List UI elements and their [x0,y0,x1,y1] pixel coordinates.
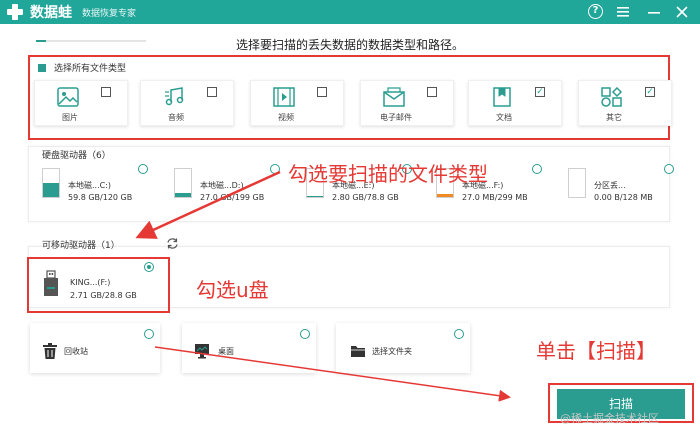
file-type-label: 视频 [278,113,294,122]
annotation-scan: 单击【扫描】 [536,339,656,363]
desktop-icon [195,344,209,359]
file-type-label: 电子邮件 [380,113,412,122]
hard-drive-icon [42,168,60,198]
music-note-icon [165,87,184,106]
app-logo: 数据蛙 数据恢复专家 [6,2,136,22]
location-radio[interactable] [300,329,310,339]
file-type-card-video[interactable]: 视频 [250,80,344,126]
removable-section-label: 可移动驱动器（1） [42,241,120,251]
title-bar: 数据蛙 数据恢复专家 ? [0,0,700,24]
drive-size: 27.0 GB/199 GB [200,193,265,202]
menu-icon[interactable] [614,3,632,21]
location-desktop[interactable]: 桌面 [182,323,316,373]
file-type-card-document[interactable]: 文档 ✓ [468,80,562,126]
file-type-card-email[interactable]: 电子邮件 [360,80,454,126]
drive-name: 本地磁...D:) [200,181,244,190]
usb-drive-size: 2.71 GB/28.8 GB [70,291,137,300]
file-type-checkbox-other[interactable]: ✓ [645,87,655,97]
usb-drive-name: KING...(F:) [70,278,111,287]
file-type-label: 文档 [496,113,512,122]
document-icon [493,87,511,107]
location-radio[interactable] [454,329,464,339]
trash-icon [43,343,57,359]
usb-usage-bar [36,40,146,42]
file-type-card-image[interactable]: 图片 [34,80,128,126]
drive-size: 27.0 MB/299 MB [462,193,528,202]
annotation-usb: 勾选u盘 [196,278,269,302]
file-type-card-audio[interactable]: 音频 [140,80,234,126]
app-name: 数据蛙 [30,5,72,21]
location-label: 桌面 [218,347,234,356]
shapes-icon [601,87,623,107]
folder-icon [351,346,365,357]
drive-card-d[interactable]: 本地磁...D:) 27.0 GB/199 GB [162,162,280,206]
select-all-label: 选择所有文件类型 [54,64,127,74]
select-all-checkbox[interactable] [38,63,46,72]
annotation-file-type: 勾选要扫描的文件类型 [288,162,488,186]
drive-size: 59.8 GB/120 GB [68,193,133,202]
app-tagline: 数据恢复专家 [82,8,137,19]
drive-radio[interactable] [138,164,148,174]
usb-drive-radio-selected[interactable] [144,262,154,272]
location-label: 选择文件夹 [372,347,412,356]
drive-name: 本地磁...C:) [68,181,112,190]
minimize-icon[interactable] [645,3,663,21]
drive-size: 2.80 GB/78.8 GB [332,193,399,202]
close-icon[interactable] [673,3,691,21]
watermark: @稀土掘金技术社区 [560,412,659,425]
drive-card-lost-partition[interactable]: 分区丢... 0.00 B/128 MB [556,162,674,206]
file-type-label: 音频 [168,113,184,122]
drive-radio[interactable] [532,164,542,174]
hard-drive-section-label: 硬盘驱动器（6） [42,151,111,161]
drive-name: 分区丢... [594,181,626,190]
location-label: 回收站 [64,347,88,356]
file-type-checkbox-audio[interactable] [207,87,217,97]
drive-radio[interactable] [270,164,280,174]
image-icon [57,87,79,107]
page-title: 选择要扫描的丢失数据的数据类型和路径。 [235,38,464,52]
usb-drive-icon [44,270,58,296]
file-type-checkbox-video[interactable] [317,87,327,97]
medical-cross-icon [6,3,24,21]
file-type-checkbox-email[interactable] [427,87,437,97]
refresh-icon[interactable] [166,237,179,250]
hard-drive-icon [568,168,586,198]
app-window: 数据蛙 数据恢复专家 ? 选择要扫描的丢失数据的数据类型和路径。 选择所有文件类… [0,0,700,429]
help-icon[interactable]: ? [588,4,603,19]
location-radio[interactable] [144,329,154,339]
usb-drive-card[interactable]: KING...(F:) 2.71 GB/28.8 GB [32,262,154,304]
select-all-file-types[interactable]: 选择所有文件类型 [38,61,126,74]
location-recycle-bin[interactable]: 回收站 [30,323,160,373]
file-type-label: 其它 [606,113,622,122]
file-type-label: 图片 [62,113,78,122]
file-type-card-other[interactable]: 其它 ✓ [578,80,672,126]
drive-size: 0.00 B/128 MB [594,193,653,202]
location-select-folder[interactable]: 选择文件夹 [336,323,470,373]
envelope-icon [383,87,405,107]
hard-drive-icon [174,168,192,198]
file-type-checkbox-image[interactable] [101,87,111,97]
drive-card-c[interactable]: 本地磁...C:) 59.8 GB/120 GB [30,162,148,206]
film-icon [273,87,295,107]
file-type-checkbox-document[interactable]: ✓ [535,87,545,97]
drive-radio[interactable] [664,164,674,174]
